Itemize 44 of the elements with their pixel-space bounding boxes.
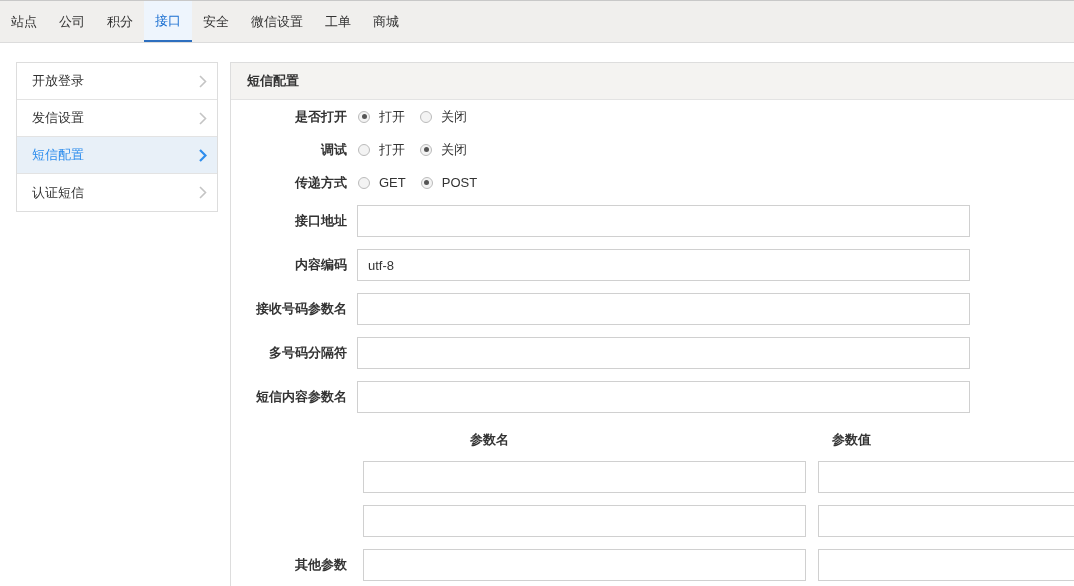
nav-tab[interactable]: 安全	[192, 1, 240, 42]
radio-label: 打开	[379, 107, 405, 126]
chevron-right-icon	[199, 111, 207, 125]
field-label: 接收号码参数名	[255, 300, 347, 318]
nav-tab[interactable]: 工单	[314, 1, 362, 42]
field-label: 接口地址	[294, 212, 347, 230]
radio-button[interactable]	[420, 176, 433, 189]
input-field[interactable]	[363, 505, 806, 537]
radio-label: 打开	[379, 140, 405, 159]
chevron-right-icon	[199, 148, 207, 162]
nav-tab[interactable]: 商城	[362, 1, 410, 42]
radio-button[interactable]	[420, 110, 432, 123]
field-label: 内容编码	[294, 256, 347, 274]
input-field[interactable]	[357, 381, 970, 413]
radio-button[interactable]	[358, 176, 370, 189]
field-label: 调试	[319, 140, 347, 159]
nav-tab[interactable]: 微信设置	[240, 1, 314, 42]
chevron-right-icon	[199, 186, 207, 199]
input-field[interactable]	[363, 549, 806, 581]
field-label: 其他参数	[294, 556, 347, 574]
field-label: 多号码分隔符	[268, 344, 347, 362]
radio-button[interactable]	[358, 143, 370, 156]
field-label: 短信内容参数名	[255, 388, 347, 406]
radio-label: GET	[379, 173, 406, 192]
chevron-right-icon	[199, 74, 207, 88]
input-field[interactable]	[357, 205, 970, 237]
column-header: 参数名	[469, 431, 510, 450]
radio-button[interactable]	[358, 110, 370, 123]
panel-header: 短信配置	[231, 63, 1074, 100]
input-field[interactable]	[357, 337, 970, 369]
field-label: 传递方式	[293, 173, 347, 192]
radio-label: 关闭	[441, 107, 467, 126]
field-label: 是否打开	[294, 107, 347, 126]
nav-tab[interactable]: 站点	[0, 1, 48, 42]
radio-label: 关闭	[441, 140, 467, 159]
nav-tab[interactable]: 公司	[48, 1, 96, 42]
radio-label: POST	[441, 173, 478, 192]
input-field[interactable]	[357, 293, 970, 325]
input-field[interactable]	[363, 461, 806, 493]
nav-tab[interactable]: 接口	[144, 1, 192, 42]
column-header: 参数值	[830, 431, 872, 450]
nav-tab[interactable]: 积分	[96, 1, 144, 42]
radio-button[interactable]	[420, 143, 432, 156]
input-field[interactable]: utf-8	[357, 249, 970, 281]
